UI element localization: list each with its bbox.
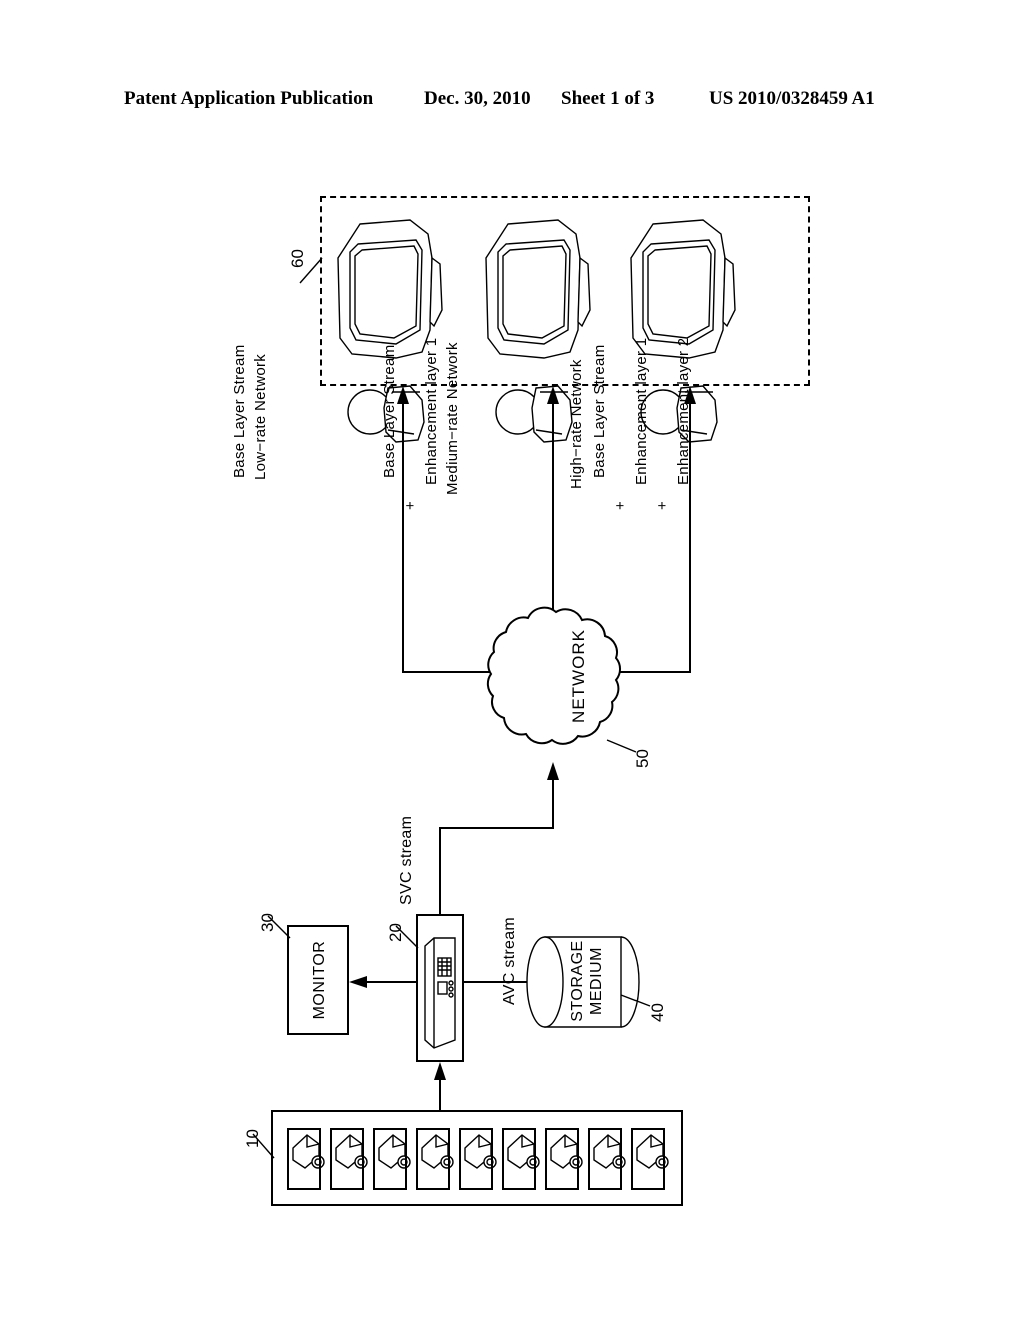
stream-label-high-content2: Enhancement layer 1 — [633, 337, 650, 485]
person-icon-2 — [495, 385, 573, 443]
header-patent-number: US 2010/0328459 A1 — [709, 88, 875, 109]
camera-slot-3 — [373, 1128, 407, 1190]
header-date: Dec. 30, 2010 — [424, 88, 531, 109]
ref-number-40: 40 — [648, 1003, 667, 1022]
leader-line-50 — [606, 739, 637, 753]
stream-label-medium-plus1: + — [402, 500, 419, 510]
ref-number-10: 10 — [243, 1129, 262, 1148]
stream-label-low-network: Low−rate Network — [252, 353, 269, 480]
stream-label-high-content1: Base Layer Stream — [591, 344, 608, 479]
monitor-box-30: MONITOR — [287, 925, 349, 1035]
stream-label-low-content: Base Layer Stream — [231, 344, 248, 479]
camera-slot-6 — [502, 1128, 536, 1190]
storage-label-line2: MEDIUM — [588, 947, 605, 1015]
page-header: Patent Application Publication Dec. 30, … — [124, 88, 900, 114]
camera-slot-9 — [631, 1128, 665, 1190]
network-cloud — [486, 606, 621, 745]
ref-number-20: 20 — [386, 923, 405, 942]
camera-slot-1 — [287, 1128, 321, 1190]
branch-line-left — [402, 592, 500, 673]
stream-label-high-plus2: + — [654, 500, 671, 510]
camera-slot-7 — [545, 1128, 579, 1190]
ref-number-60: 60 — [288, 249, 307, 268]
storage-label-line1: STORAGE — [569, 940, 586, 1022]
camera-slot-8 — [588, 1128, 622, 1190]
stream-label-high-content3: Enhancement layer 2 — [675, 337, 692, 485]
storage-medium-label: STORAGE MEDIUM — [534, 926, 644, 1036]
camera-to-encoder-arrow — [434, 1062, 446, 1110]
stream-label-high-plus1: + — [612, 500, 629, 510]
svc-stream-path — [439, 762, 559, 914]
stream-label-high-network: High−rate Network — [568, 359, 585, 489]
branch-line-right — [612, 592, 691, 673]
ref-number-30: 30 — [258, 913, 277, 932]
stream-label-medium-content2: Enhancement layer 1 — [423, 337, 440, 485]
svc-stream-label: SVC stream — [398, 815, 415, 905]
stream-label-medium-content1: Base Layer Stream — [381, 344, 398, 479]
encoder-box-20 — [416, 914, 464, 1062]
network-label: NETWORK — [569, 629, 588, 723]
camera-slot-4 — [416, 1128, 450, 1190]
ref-number-50: 50 — [633, 749, 652, 768]
camera-slot-5 — [459, 1128, 493, 1190]
camera-slot-2 — [330, 1128, 364, 1190]
avc-stream-label: AVC stream — [501, 916, 518, 1005]
header-publication: Patent Application Publication — [124, 88, 374, 109]
stream-label-medium-network: Medium−rate Network — [444, 342, 461, 495]
camera-array-10 — [271, 1110, 683, 1206]
monitor-label: MONITOR — [311, 940, 328, 1020]
stream-arrow-medium — [547, 386, 559, 615]
header-sheet: Sheet 1 of 3 — [561, 88, 655, 109]
monitor-arrow — [349, 976, 416, 988]
